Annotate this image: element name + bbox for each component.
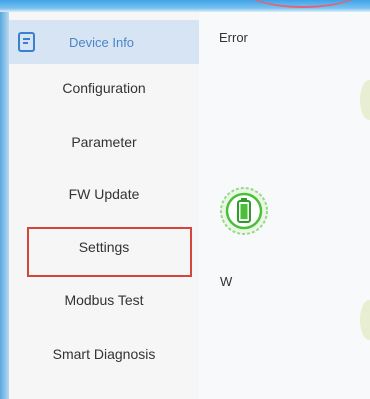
power-unit-label: W bbox=[220, 274, 233, 289]
sidebar-item-configuration[interactable]: Configuration bbox=[9, 66, 199, 110]
document-icon bbox=[18, 32, 35, 52]
sidebar-item-label: Smart Diagnosis bbox=[52, 346, 156, 362]
sidebar-item-label: Device Info bbox=[69, 34, 135, 50]
sidebar-item-label: Configuration bbox=[62, 80, 146, 96]
sidebar-item-label: FW Update bbox=[68, 186, 140, 202]
sidebar-item-label: Modbus Test bbox=[64, 292, 144, 308]
sidebar-item-modbus-test[interactable]: Modbus Test bbox=[9, 278, 199, 322]
sidebar-item-settings[interactable]: Settings bbox=[9, 225, 199, 269]
sidebar: Device Info Configuration Parameter FW U… bbox=[9, 12, 199, 399]
window-left-edge bbox=[0, 12, 9, 399]
sidebar-item-smart-diagnosis[interactable]: Smart Diagnosis bbox=[9, 332, 199, 376]
sidebar-item-device-info[interactable]: Device Info bbox=[9, 20, 199, 64]
sidebar-item-parameter[interactable]: Parameter bbox=[9, 120, 199, 164]
error-label: Error bbox=[219, 30, 248, 45]
sidebar-item-label: Parameter bbox=[71, 134, 137, 150]
battery-icon bbox=[220, 187, 268, 235]
sidebar-item-label: Settings bbox=[78, 239, 130, 255]
sidebar-item-fw-update[interactable]: FW Update bbox=[9, 172, 199, 216]
